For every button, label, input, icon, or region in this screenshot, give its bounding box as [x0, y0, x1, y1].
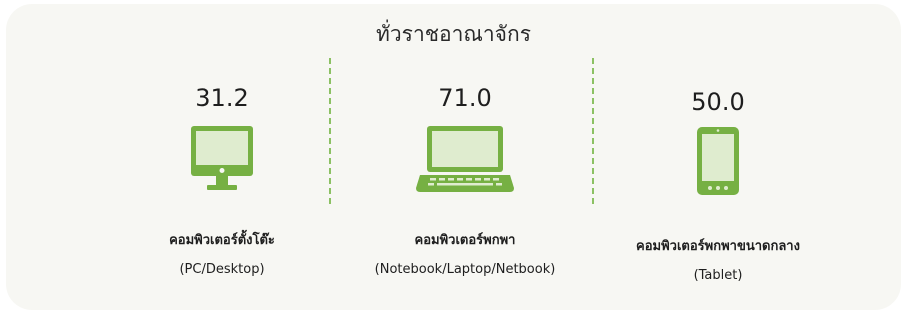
stat-sublabel: (Tablet) [693, 268, 743, 283]
desktop-computer-icon [191, 126, 253, 196]
stat-sublabel: (PC/Desktop) [179, 262, 265, 277]
stat-laptop: 71.0 คอมพิวเตอร์พกพา (Notebook/Laptop/Ne… [340, 0, 590, 316]
divider-right [592, 58, 594, 204]
tablet-icon [697, 127, 739, 199]
stat-value: 50.0 [691, 88, 745, 116]
stat-label: คอมพิวเตอร์ตั้งโต๊ะ [169, 233, 275, 248]
stat-value: 71.0 [438, 84, 492, 112]
stat-sublabel: (Notebook/Laptop/Netbook) [374, 262, 556, 277]
stat-label: คอมพิวเตอร์พกพาขนาดกลาง [636, 239, 800, 254]
stat-label: คอมพิวเตอร์พกพา [414, 233, 516, 248]
stat-desktop: 31.2 คอมพิวเตอร์ตั้งโต๊ะ (PC/Desktop) [112, 0, 332, 316]
laptop-icon [416, 126, 514, 196]
stat-tablet: 50.0 คอมพิวเตอร์พกพาขนาดกลาง (Tablet) [600, 0, 836, 316]
stat-value: 31.2 [195, 84, 249, 112]
